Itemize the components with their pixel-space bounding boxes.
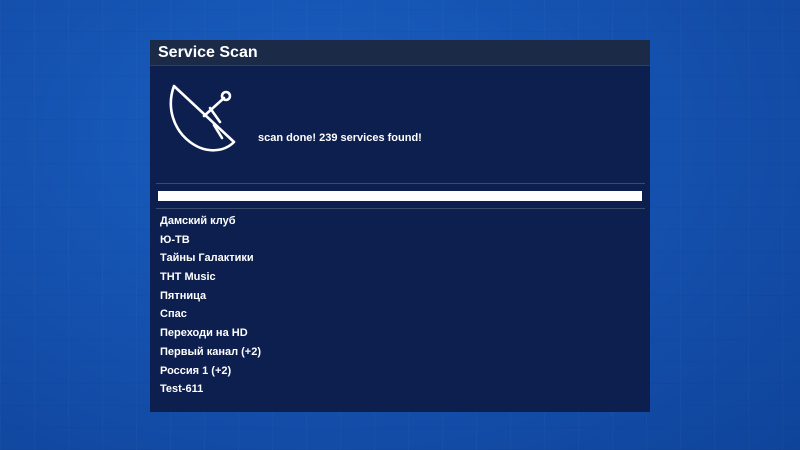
service-list-item[interactable]: Дамский клуб	[160, 212, 261, 231]
service-list-item[interactable]: Россия 1 (+2)	[160, 362, 261, 381]
service-list-item[interactable]: Первый канал (+2)	[160, 343, 261, 362]
service-list: Дамский клуб Ю-ТВ Тайны Галактики THT Music…	[160, 212, 261, 399]
service-list-item[interactable]: Test-611	[160, 380, 261, 399]
service-list-item[interactable]: Ю-ТВ	[160, 231, 261, 250]
scan-status-text: scan done! 239 services found!	[258, 132, 422, 144]
service-list-item[interactable]: Переходи на HD	[160, 324, 261, 343]
divider-top	[156, 183, 645, 184]
service-list-item[interactable]: THT Music	[160, 268, 261, 287]
service-list-item[interactable]: Пятница	[160, 287, 261, 306]
scan-progress-bar	[158, 191, 642, 201]
window-title: Service Scan	[158, 44, 258, 61]
satellite-dish-icon	[169, 84, 236, 152]
divider-bottom	[156, 208, 645, 209]
service-scan-window: Service Scan scan done! 239 services fou…	[150, 40, 650, 412]
scan-progress-fill	[158, 191, 642, 201]
service-list-item[interactable]: Спас	[160, 305, 261, 324]
service-list-item[interactable]: Тайны Галактики	[160, 249, 261, 268]
title-bar: Service Scan	[150, 40, 650, 66]
